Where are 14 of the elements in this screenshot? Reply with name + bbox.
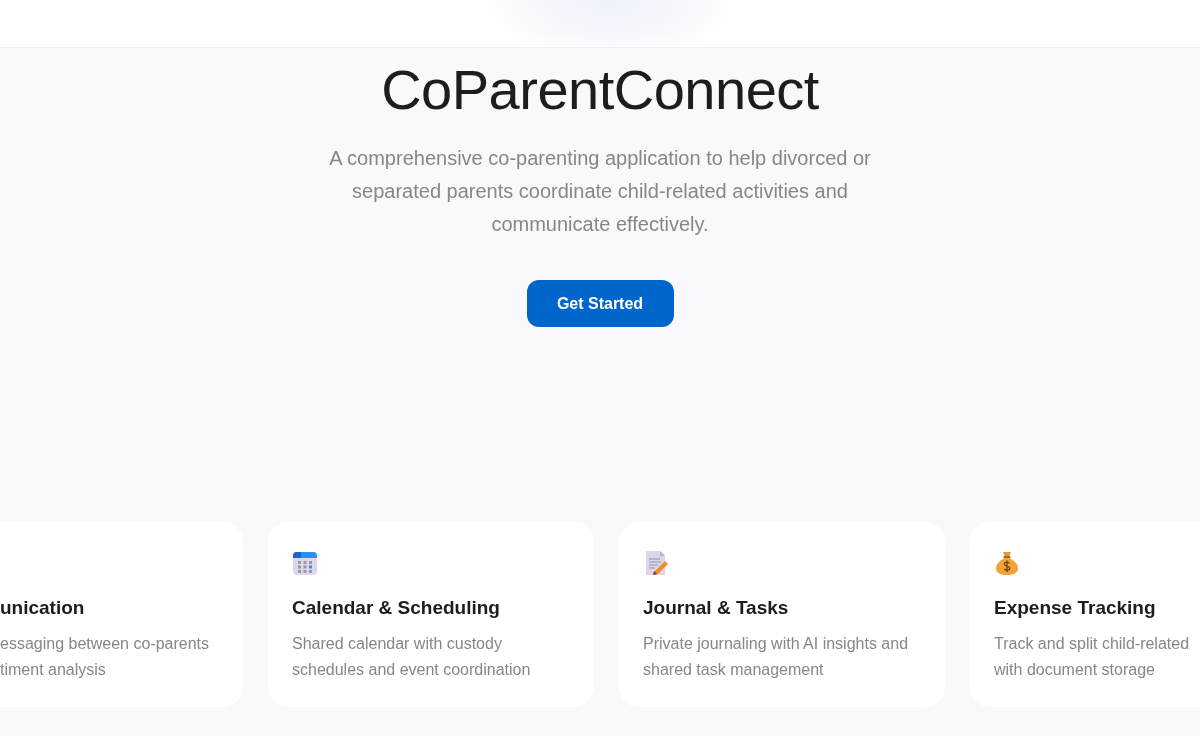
page-with-pencil-icon: [643, 550, 669, 576]
card-description: Track and split child-related with document storage: [994, 634, 1190, 680]
card-description: Private journaling with AI insights and shared task management: [643, 634, 909, 680]
money-bag-icon: [994, 550, 1020, 576]
card-description: essaging between co-parents timent analysis: [0, 634, 210, 680]
card-title: unication: [0, 596, 85, 620]
get-started-button[interactable]: Get Started: [526, 280, 674, 327]
card-description: Shared calendar with custody schedules and event coordination: [292, 634, 531, 680]
card-title: Calendar & Scheduling: [292, 596, 500, 620]
calendar-icon: [292, 550, 318, 576]
app-title: CoParentConnect: [381, 57, 819, 123]
app-description: A comprehensive co-parenting application to help divorced or separated parents coordinate child-related activities and communicate effectively.: [328, 146, 872, 237]
card-title: Expense Tracking: [994, 596, 1156, 620]
card-title: Journal & Tasks: [643, 596, 789, 620]
